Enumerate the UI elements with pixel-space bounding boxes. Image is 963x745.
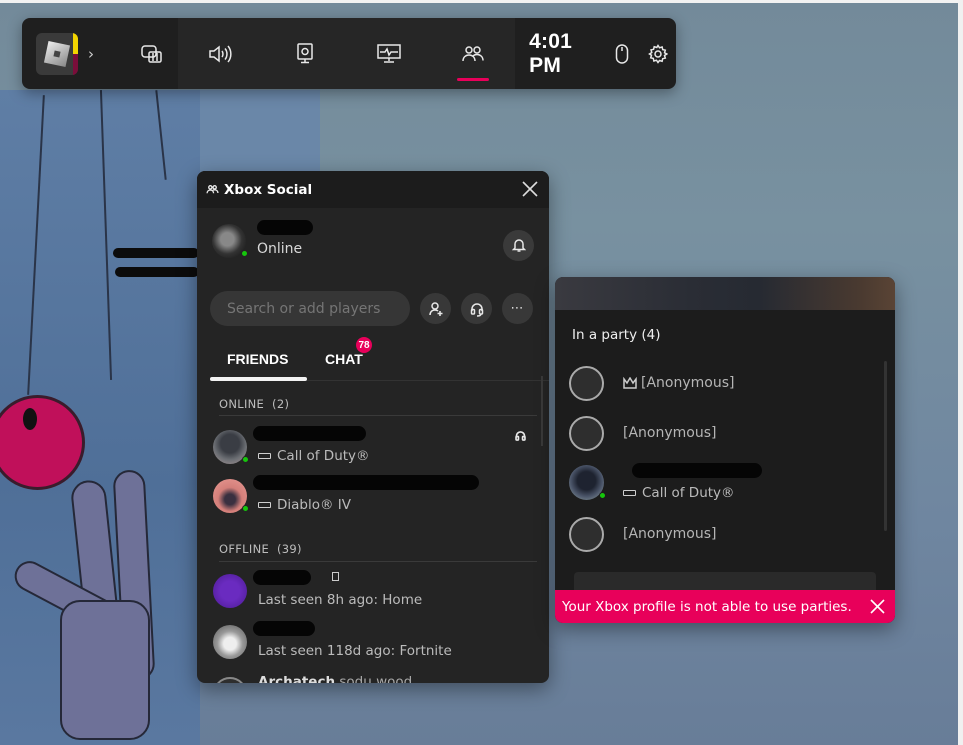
my-status: Online [257, 240, 303, 257]
people-icon [462, 45, 484, 61]
panel-header[interactable]: Xbox Social [197, 171, 549, 208]
online-section-header[interactable]: ONLINE (2) [219, 397, 289, 411]
online-indicator [242, 505, 249, 512]
gamertag-redacted [253, 475, 485, 494]
more-options-button[interactable]: ⋯ [502, 293, 533, 324]
party-member[interactable]: Call of Duty® [569, 463, 875, 503]
device-icon [332, 572, 339, 581]
tab-bar: FRIENDS CHAT 78 [210, 337, 549, 381]
crown-icon [623, 377, 637, 389]
game-bar: › 4:01 PM [22, 18, 676, 89]
error-toast: Your Xbox profile is not able to use par… [555, 590, 895, 623]
party-chat-button[interactable] [461, 293, 492, 324]
avatar-placeholder [569, 416, 604, 451]
console-icon [623, 490, 636, 496]
gear-icon [648, 43, 669, 64]
gamertag-redacted [257, 219, 319, 239]
console-icon [258, 502, 271, 508]
party-title: In a party (4) [572, 327, 661, 343]
chevron-right-icon[interactable]: › [88, 45, 94, 63]
bell-icon [511, 239, 526, 252]
active-app-switcher[interactable]: › [22, 18, 125, 89]
settings-button[interactable] [640, 18, 676, 89]
gamertag-redacted [253, 621, 321, 640]
widget-store-icon [140, 44, 162, 63]
friend-list-item[interactable]: Call of Duty® [213, 426, 537, 468]
avatar [213, 677, 247, 683]
my-profile[interactable]: Online [212, 219, 319, 258]
friend-list-item[interactable]: Last seen 8h ago: Home [213, 570, 537, 612]
party-list-scrollbar[interactable] [884, 361, 887, 531]
close-icon[interactable] [869, 598, 886, 615]
capture-widget-button[interactable] [276, 18, 334, 89]
party-banner [555, 277, 895, 310]
friend-activity: Call of Duty® [258, 448, 370, 464]
notifications-button[interactable] [503, 230, 534, 261]
online-indicator [242, 456, 249, 463]
xbox-social-widget-button[interactable] [444, 18, 502, 89]
audio-widget-button[interactable] [191, 18, 249, 89]
mouse-button[interactable] [604, 18, 640, 89]
friend-list-item[interactable]: Diablo® IV [213, 475, 537, 517]
avatar [213, 430, 249, 464]
toast-message: Your Xbox profile is not able to use par… [562, 598, 852, 615]
gamertag: Archatech [258, 674, 336, 683]
people-icon [206, 185, 219, 194]
active-tab-indicator [210, 377, 307, 381]
panel-title: Xbox Social [224, 181, 313, 198]
console-icon [258, 453, 271, 459]
friend-list-item[interactable]: Last seen 118d ago: Fortnite [213, 621, 537, 663]
speaker-icon [209, 44, 232, 63]
avatar [212, 224, 248, 258]
add-person-icon [428, 301, 442, 316]
friend-activity: Last seen 8h ago: Home [258, 592, 423, 608]
gamertag-redacted [632, 463, 768, 482]
friends-list-scrollbar[interactable] [541, 376, 543, 446]
online-indicator [599, 492, 606, 499]
add-friend-button[interactable] [420, 293, 451, 324]
avatar [213, 479, 249, 513]
mouse-icon [615, 43, 629, 64]
performance-monitor-icon [377, 43, 401, 63]
headset-icon [515, 431, 526, 441]
gamertag-redacted [253, 426, 372, 445]
window-edge [958, 0, 963, 745]
xbox-social-panel: Xbox Social Online ⋯ FRIENDS CHAT 78 [197, 171, 549, 683]
friend-activity: Last seen 118d ago: Fortnite [258, 643, 452, 659]
party-member[interactable]: [Anonymous] [569, 414, 875, 454]
performance-widget-button[interactable] [360, 18, 418, 89]
member-activity: Call of Duty® [623, 485, 735, 501]
ellipsis-icon: ⋯ [510, 301, 525, 316]
party-member[interactable]: [Anonymous] [569, 515, 875, 555]
search-players-input[interactable] [210, 291, 410, 326]
window-edge [0, 0, 963, 3]
online-indicator [241, 250, 248, 257]
avatar [213, 574, 247, 608]
friend-activity: sodu.wood [339, 674, 413, 683]
capture-icon [296, 42, 313, 63]
widget-menu-button[interactable] [125, 18, 179, 89]
headset-icon [470, 302, 483, 317]
clock: 4:01 PM [529, 29, 572, 77]
offline-section-header[interactable]: OFFLINE (39) [219, 542, 302, 556]
gamertag-redacted [253, 570, 317, 589]
party-panel: In a party (4) [Anonymous] [Anonymous] C… [555, 277, 895, 623]
friend-activity: Diablo® IV [258, 497, 351, 513]
widget-bar [178, 18, 516, 89]
avatar-placeholder [569, 517, 604, 552]
avatar-placeholder [569, 366, 604, 401]
friend-list-item[interactable]: Archatech sodu.wood [213, 673, 537, 683]
close-icon[interactable] [519, 178, 541, 200]
avatar [213, 625, 247, 659]
roblox-app-icon[interactable] [36, 32, 78, 75]
tab-friends[interactable]: FRIENDS [227, 351, 288, 367]
avatar [569, 465, 606, 500]
chat-unread-badge: 78 [356, 337, 372, 353]
tab-chat[interactable]: CHAT [325, 351, 363, 367]
party-member[interactable]: [Anonymous] [569, 364, 875, 404]
